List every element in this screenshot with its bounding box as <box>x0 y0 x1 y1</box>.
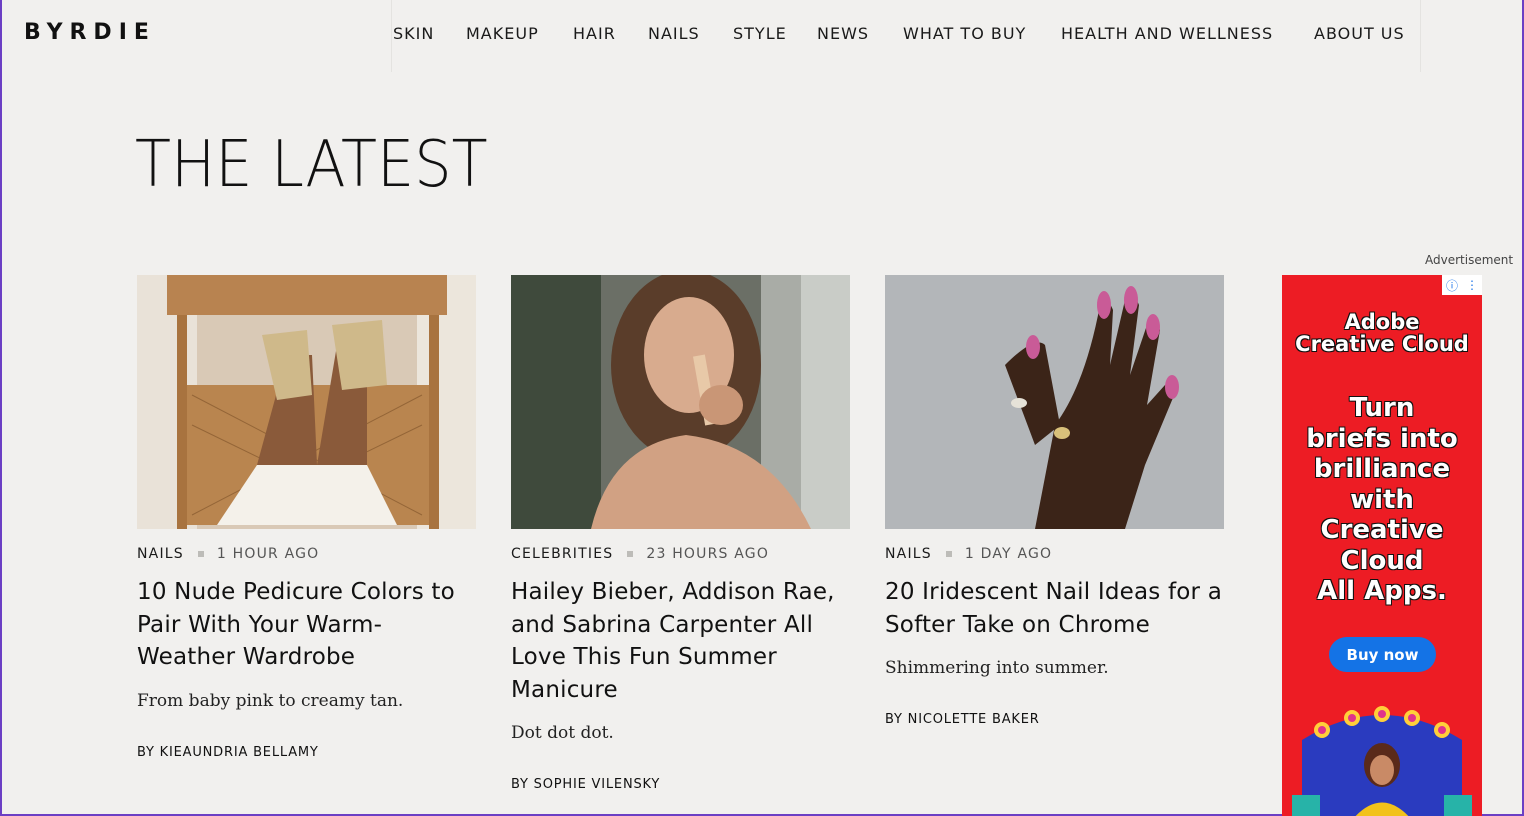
more-options-icon[interactable]: ⋮ <box>1466 278 1478 292</box>
site-logo[interactable]: BYRDIE <box>24 20 156 45</box>
article-time: 23 HOURS AGO <box>646 546 770 562</box>
article-byline: BY KIEAUNDRIA BELLAMY <box>137 744 319 760</box>
site-header: BYRDIE SKIN MAKEUP HAIR NAILS STYLE NEWS… <box>2 0 1522 72</box>
nav-item-news[interactable]: NEWS <box>817 24 869 43</box>
article-description: From baby pink to creamy tan. <box>137 690 404 711</box>
article-time: 1 DAY AGO <box>964 546 1053 562</box>
separator-dot <box>627 551 634 557</box>
ad-buy-now-button[interactable]: Buy now <box>1329 637 1436 672</box>
ad-banner[interactable]: ⓘ ⋮ Adobe Creative Cloud Turn briefs int… <box>1282 275 1482 816</box>
nav-item-health-and-wellness[interactable]: HEALTH AND WELLNESS <box>1061 24 1273 43</box>
separator-dot <box>197 551 204 557</box>
article-meta: NAILS 1 HOUR AGO <box>137 545 477 563</box>
ad-headline-line: Turn <box>1349 393 1415 423</box>
ad-headline-line: brilliance <box>1313 454 1451 484</box>
ad-headline: Turn briefs into brilliance with Creativ… <box>1282 393 1482 607</box>
article-category[interactable]: NAILS <box>885 546 932 562</box>
nav-item-hair[interactable]: HAIR <box>573 24 616 43</box>
article-meta: CELEBRITIES 23 HOURS AGO <box>511 545 851 563</box>
nav-item-makeup[interactable]: MAKEUP <box>466 24 539 43</box>
article-byline: BY NICOLETTE BAKER <box>885 712 1040 727</box>
info-icon[interactable]: ⓘ <box>1446 277 1458 294</box>
article-time: 1 HOUR AGO <box>216 546 320 562</box>
article-image-iridescent-nails[interactable] <box>885 275 1224 529</box>
article-card[interactable]: NAILS 1 HOUR AGO 10 Nude Pedicure Colors… <box>137 275 477 760</box>
nav-item-about-us[interactable]: ABOUT US <box>1314 24 1405 43</box>
article-image-celebrity-manicure[interactable] <box>511 275 850 529</box>
ad-brand-line1: Adobe <box>1344 310 1420 334</box>
page-title: THE LATEST <box>135 128 488 202</box>
ad-brand-line2: Creative Cloud <box>1295 332 1469 356</box>
ad-headline-line: All Apps. <box>1317 576 1447 606</box>
article-image-pedicure[interactable] <box>137 275 476 529</box>
nav-item-style[interactable]: STYLE <box>733 24 787 43</box>
ad-brand: Adobe Creative Cloud <box>1282 311 1482 355</box>
article-meta: NAILS 1 DAY AGO <box>885 545 1225 563</box>
nav-item-skin[interactable]: SKIN <box>393 24 434 43</box>
article-title[interactable]: 10 Nude Pedicure Colors to Pair With You… <box>137 576 477 674</box>
article-category[interactable]: CELEBRITIES <box>511 546 613 562</box>
separator-dot <box>945 551 952 557</box>
article-card[interactable]: NAILS 1 DAY AGO 20 Iridescent Nail Ideas… <box>885 275 1225 727</box>
ad-choices[interactable]: ⓘ ⋮ <box>1442 275 1482 295</box>
ad-illustration <box>1292 706 1472 816</box>
article-category[interactable]: NAILS <box>137 546 184 562</box>
advertisement-label: Advertisement <box>1425 253 1514 267</box>
ad-headline-line: Cloud <box>1340 545 1424 576</box>
article-description: Shimmering into summer. <box>885 658 1109 678</box>
ad-headline-line: briefs into <box>1306 423 1458 454</box>
article-title[interactable]: Hailey Bieber, Addison Rae, and Sabrina … <box>511 576 851 706</box>
article-description: Dot dot dot. <box>511 723 614 743</box>
main-nav: SKIN MAKEUP HAIR NAILS STYLE NEWS WHAT T… <box>391 0 1421 72</box>
nav-item-what-to-buy[interactable]: WHAT TO BUY <box>903 24 1026 43</box>
article-title[interactable]: 20 Iridescent Nail Ideas for a Softer Ta… <box>885 576 1225 641</box>
ad-headline-line: with <box>1350 484 1414 515</box>
article-byline: BY SOPHIE VILENSKY <box>511 777 661 792</box>
article-card[interactable]: CELEBRITIES 23 HOURS AGO Hailey Bieber, … <box>511 275 851 792</box>
nav-item-nails[interactable]: NAILS <box>648 24 700 43</box>
ad-headline-line: Creative <box>1320 515 1444 545</box>
